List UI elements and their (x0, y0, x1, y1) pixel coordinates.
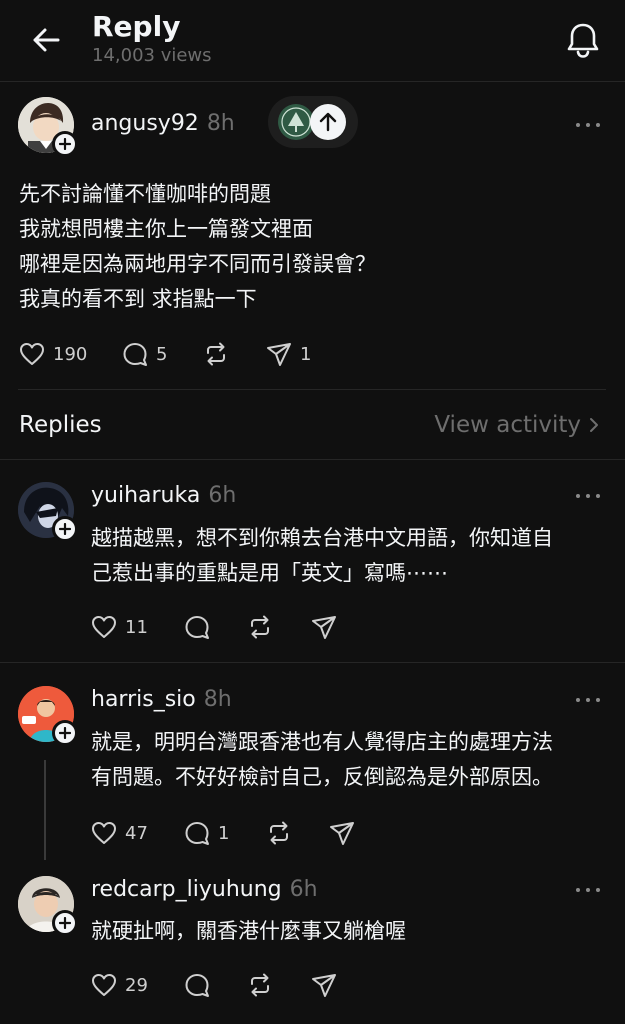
repost-button[interactable] (266, 818, 292, 848)
replies-label: Replies (19, 412, 102, 438)
username[interactable]: harris_sio (91, 687, 196, 712)
dot (596, 698, 600, 702)
plus-icon (59, 727, 71, 739)
comment-icon (123, 343, 147, 366)
arrow-left-icon (33, 28, 60, 52)
repost-button[interactable] (247, 612, 273, 642)
send-icon (267, 343, 291, 366)
reply-body: 越描越黑，想不到你賴去台港中文用語，你知道自 己惹出事的重點是用「英文」寫嗎⋯⋯ (91, 526, 553, 585)
reply-body: 就硬扯啊，關香港什麼事又躺槍喔 (91, 919, 406, 943)
comment-icon (185, 616, 209, 639)
plus-icon (59, 138, 71, 150)
repost-button[interactable] (247, 970, 273, 1000)
more-dots-icon (576, 494, 580, 498)
send-icon (312, 974, 336, 997)
dot (586, 698, 590, 702)
heart-icon (92, 974, 116, 996)
comment-button[interactable] (184, 612, 210, 642)
repost-icon (207, 342, 225, 366)
dot (586, 123, 590, 127)
comment-button[interactable]: 1 (184, 818, 229, 848)
share-button[interactable] (329, 818, 355, 848)
back-button[interactable] (26, 22, 66, 58)
send-icon (330, 822, 354, 845)
divider (0, 459, 625, 460)
chevron-right-icon (590, 418, 598, 432)
repost-icon (270, 821, 288, 845)
share-button[interactable]: 1 (266, 339, 311, 369)
reply-time: 6h (208, 483, 237, 508)
dot (586, 494, 590, 498)
reply-author[interactable]: redcarp_liyuhung 6h (91, 876, 318, 904)
follow-badge-button[interactable] (52, 131, 78, 157)
dot (596, 888, 600, 892)
send-icon (312, 616, 336, 639)
follow-badge-button[interactable] (52, 720, 78, 746)
bell-icon (567, 23, 599, 58)
more-options-button[interactable] (570, 115, 606, 135)
comment-count: 1 (218, 822, 230, 844)
like-count: 11 (125, 616, 148, 638)
reply-author[interactable]: harris_sio 8h (91, 686, 232, 714)
like-count: 29 (125, 974, 148, 996)
post-author[interactable]: angusy92 8h (91, 110, 235, 138)
comment-icon (185, 822, 209, 845)
more-options-button[interactable] (570, 690, 606, 710)
plus-icon (59, 917, 71, 929)
dot (586, 888, 590, 892)
more-dots-icon (576, 123, 580, 127)
like-button[interactable]: 190 (19, 339, 87, 369)
arrow-up-icon (319, 112, 337, 132)
reply-time: 6h (289, 877, 318, 902)
follow-badge-button[interactable] (52, 516, 78, 542)
reply-time: 8h (203, 687, 232, 712)
follow-badge-button[interactable] (52, 910, 78, 936)
view-activity-label: View activity (434, 412, 581, 438)
view-activity-link[interactable]: View activity (434, 410, 599, 440)
tree-logo-icon (278, 104, 314, 140)
heart-icon (92, 822, 116, 844)
dot (596, 123, 600, 127)
reply-body: 就是，明明台灣跟香港也有人覺得店主的處理方法 有問題。不好好檢討自己，反倒認為是… (91, 730, 553, 789)
more-dots-icon (576, 888, 580, 892)
notifications-button[interactable] (560, 18, 606, 62)
repost-icon (251, 973, 269, 997)
plus-icon (59, 523, 71, 535)
quoted-avatar[interactable] (278, 104, 314, 140)
more-options-button[interactable] (570, 486, 606, 506)
like-button[interactable]: 29 (91, 970, 148, 1000)
like-button[interactable]: 11 (91, 612, 148, 642)
comment-button[interactable]: 5 (122, 339, 167, 369)
view-count: 14,003 views (92, 45, 212, 66)
share-button[interactable] (311, 612, 337, 642)
dot (596, 494, 600, 498)
comment-button[interactable] (184, 970, 210, 1000)
replies-header: Replies View activity (0, 390, 625, 460)
comment-icon (185, 974, 209, 997)
heart-icon (92, 616, 116, 638)
heart-icon (20, 343, 44, 365)
post-body: 先不討論懂不懂咖啡的問題 我就想問樓主你上一篇發文裡面 哪裡是因為兩地用字不同而… (19, 182, 376, 311)
repost-icon (251, 615, 269, 639)
like-count: 190 (53, 343, 88, 365)
reply-author[interactable]: yuiharuka 6h (91, 482, 236, 510)
thread-connector (44, 760, 46, 860)
more-options-button[interactable] (570, 880, 606, 900)
username[interactable]: yuiharuka (91, 483, 200, 508)
username[interactable]: angusy92 (91, 111, 199, 136)
top-bar: Reply 14,003 views (0, 0, 625, 82)
post-time: 8h (206, 111, 235, 136)
repost-button[interactable] (203, 339, 229, 369)
scroll-up-button[interactable] (310, 104, 346, 140)
more-dots-icon (576, 698, 580, 702)
share-button[interactable] (311, 970, 337, 1000)
like-count: 47 (125, 822, 148, 844)
page-title: Reply (92, 10, 181, 43)
username[interactable]: redcarp_liyuhung (91, 877, 282, 902)
divider (0, 662, 625, 663)
share-count: 1 (300, 343, 312, 365)
comment-count: 5 (156, 343, 168, 365)
like-button[interactable]: 47 (91, 818, 148, 848)
